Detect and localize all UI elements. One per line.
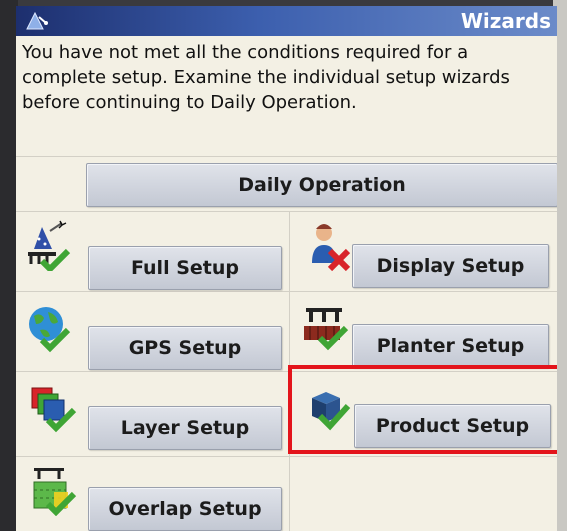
setup-warning-message: You have not met all the conditions requ… bbox=[22, 42, 510, 113]
globe-check-icon bbox=[29, 307, 71, 353]
grid-line bbox=[16, 456, 557, 457]
layer-setup-button[interactable]: Layer Setup bbox=[88, 406, 282, 450]
planter-check-icon bbox=[304, 308, 349, 351]
display-setup-button[interactable]: Display Setup bbox=[352, 244, 549, 288]
overlap-check-icon bbox=[33, 468, 77, 516]
wizard-check-icon bbox=[28, 220, 71, 271]
wizards-screen: Wizards You have not met all the conditi… bbox=[16, 6, 557, 531]
grid-line bbox=[16, 211, 557, 212]
highlight-box bbox=[288, 365, 557, 454]
grid-line bbox=[16, 291, 557, 292]
overlap-setup-button[interactable]: Overlap Setup bbox=[88, 487, 282, 531]
gps-setup-button[interactable]: GPS Setup bbox=[88, 326, 282, 370]
title-bar: Wizards bbox=[16, 6, 557, 36]
person-x-icon bbox=[312, 224, 351, 271]
layers-check-icon bbox=[31, 387, 77, 433]
full-setup-button[interactable]: Full Setup bbox=[88, 246, 282, 290]
planter-setup-button[interactable]: Planter Setup bbox=[352, 324, 549, 368]
window-title: Wizards bbox=[460, 9, 551, 33]
grid-line bbox=[16, 156, 557, 157]
wizard-hat-icon bbox=[26, 11, 48, 30]
daily-operation-button[interactable]: Daily Operation bbox=[86, 163, 557, 207]
